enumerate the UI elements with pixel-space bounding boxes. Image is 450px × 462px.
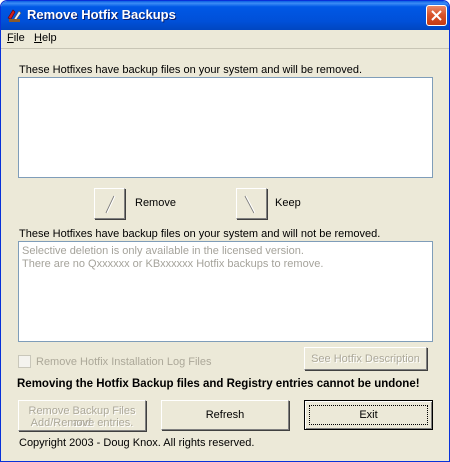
keep-list-label: These Hotfixes have backup files on your… xyxy=(19,228,381,240)
close-icon xyxy=(431,10,442,21)
title-bar[interactable]: Remove Hotfix Backups xyxy=(1,1,449,30)
main-window: Remove Hotfix Backups File Help These Ho… xyxy=(0,0,450,462)
see-hotfix-description-label: See Hotfix Description xyxy=(311,352,420,365)
move-to-remove-button[interactable] xyxy=(94,188,125,219)
menu-help[interactable]: Help xyxy=(34,32,57,44)
arrow-down-right-icon xyxy=(244,195,256,214)
exit-button[interactable]: Exit xyxy=(304,400,433,430)
list-item: There are no Qxxxxxx or KBxxxxxx Hotfix … xyxy=(22,258,324,270)
remove-backup-files-label-line2: Add/Remove entries. xyxy=(30,417,134,429)
close-button[interactable] xyxy=(426,5,447,26)
menu-file-accel: F xyxy=(7,32,14,44)
remove-move-label: Remove xyxy=(135,197,176,209)
remove-list-label: These Hotfixes have backup files on your… xyxy=(19,64,362,76)
copyright-text: Copyright 2003 - Doug Knox. All rights r… xyxy=(19,437,255,449)
menu-help-rest: elp xyxy=(41,32,57,44)
see-hotfix-description-button[interactable]: See Hotfix Description xyxy=(304,347,427,370)
list-item: Selective deletion is only available in … xyxy=(22,245,304,257)
keep-move-label: Keep xyxy=(275,197,301,209)
app-icon xyxy=(7,9,22,22)
remove-log-files-label: Remove Hotfix Installation Log Files xyxy=(36,356,212,368)
move-to-keep-button[interactable] xyxy=(236,188,267,219)
menu-file-rest: ile xyxy=(13,32,25,44)
menu-bar: File Help xyxy=(1,30,449,49)
remove-list[interactable] xyxy=(18,77,433,178)
remove-backup-files-button[interactable]: Remove Backup Files and Add/Remove entri… xyxy=(18,400,146,431)
keep-list[interactable]: Selective deletion is only available in … xyxy=(18,241,433,342)
menu-help-accel: H xyxy=(34,32,42,44)
window-title: Remove Hotfix Backups xyxy=(27,7,176,22)
refresh-label: Refresh xyxy=(205,409,245,421)
arrow-up-right-icon xyxy=(105,195,116,214)
warning-text: Removing the Hotfix Backup files and Reg… xyxy=(17,378,420,390)
refresh-button[interactable]: Refresh xyxy=(161,400,289,430)
exit-label: Exit xyxy=(359,409,378,421)
menu-file[interactable]: File xyxy=(7,32,25,44)
remove-log-files-checkbox[interactable] xyxy=(18,355,31,368)
